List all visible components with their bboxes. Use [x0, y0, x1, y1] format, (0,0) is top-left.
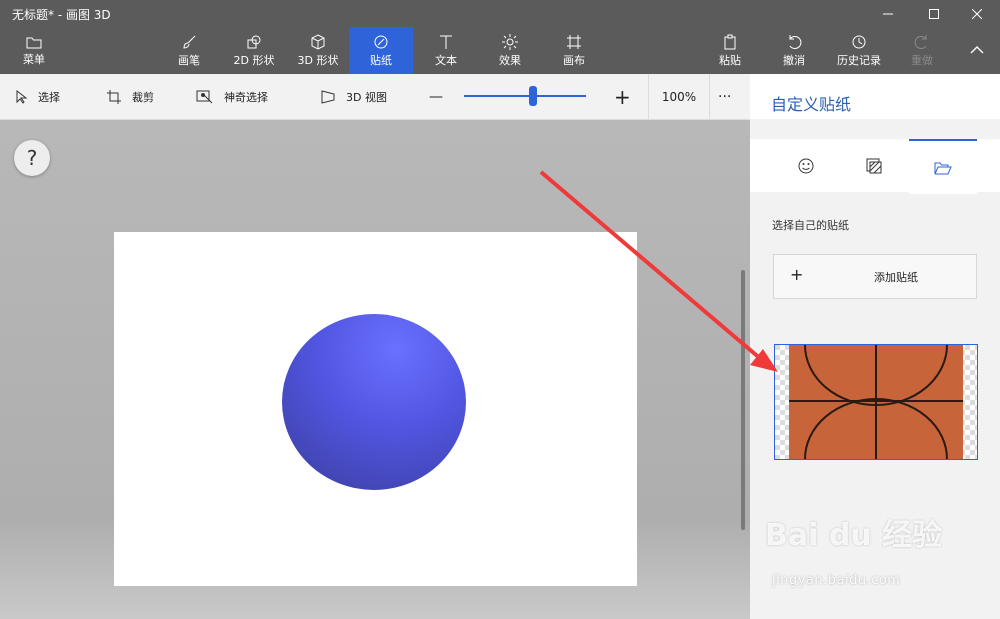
baidu-watermark: Bai du 经验	[765, 518, 943, 553]
baidu-watermark-url: jingyan.baidu.com	[772, 573, 901, 588]
